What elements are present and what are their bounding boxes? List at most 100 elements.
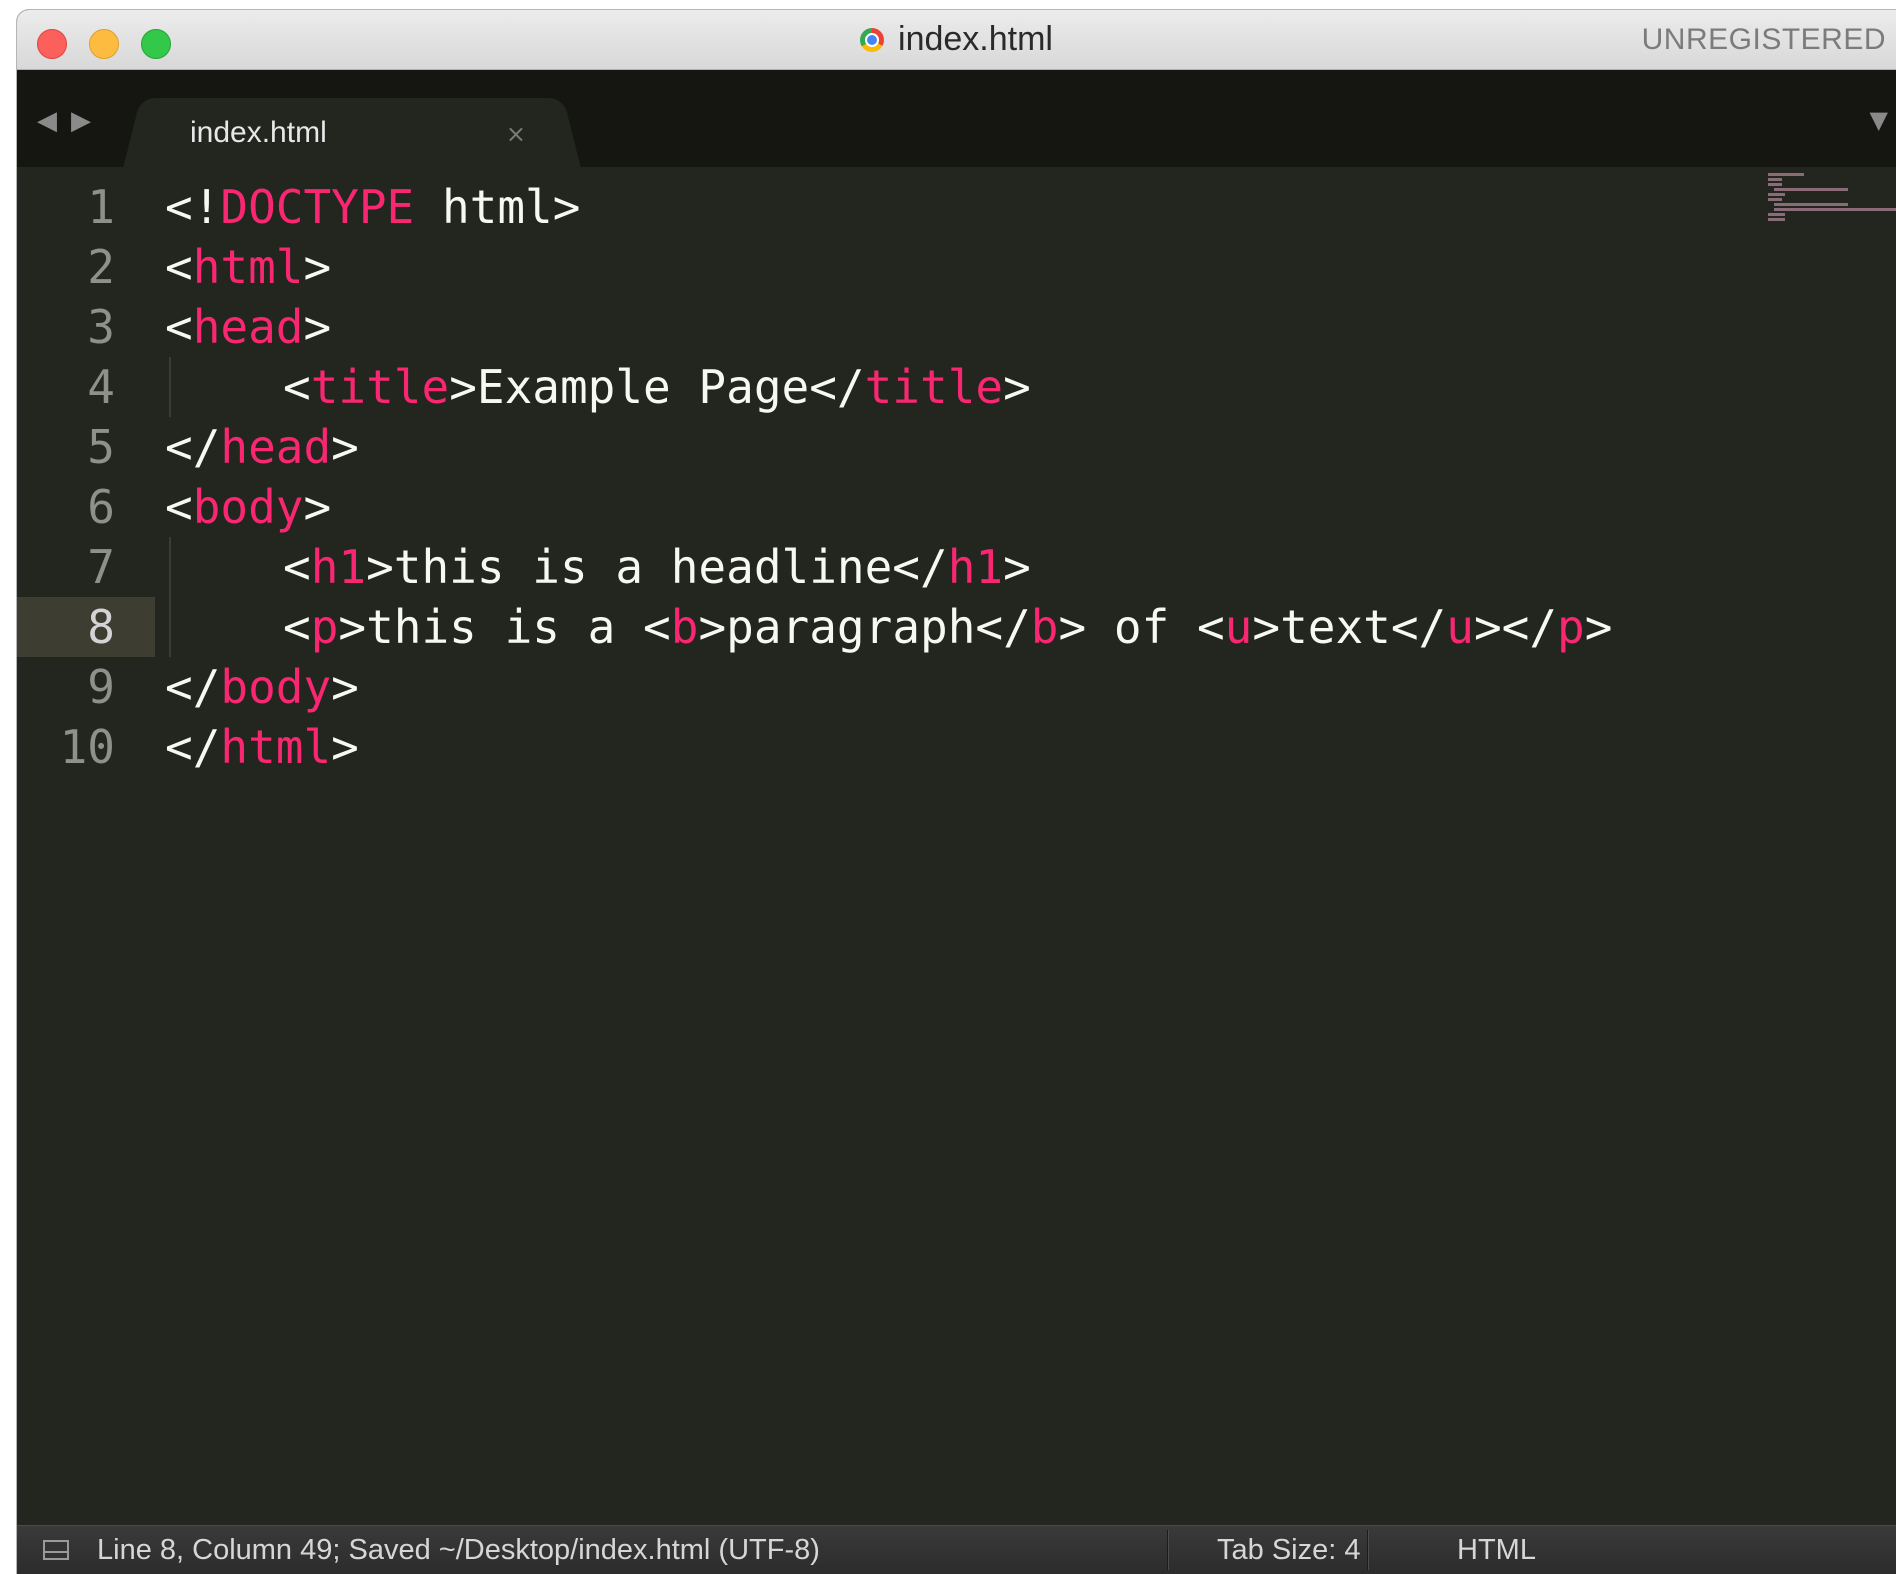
code-token-tag: b [1030,600,1059,654]
code-token-tag: p [1557,600,1585,654]
chrome-file-icon [860,27,885,52]
code-token-text: > [303,240,332,294]
code-token-tag: DOCTYPE [220,180,415,234]
line-number: 1 [87,180,115,234]
code-token-text: </ [165,720,221,774]
code-token-text: ></ [1473,600,1558,654]
code-token-text: >this is a < [338,600,671,654]
minimap-line [1774,188,1849,191]
status-divider [1367,1530,1368,1570]
panel-toggle-icon[interactable] [43,1540,69,1560]
code-token-tag: u [1446,600,1474,654]
code-line[interactable]: </html> [165,717,1756,777]
line-number: 8 [17,597,155,657]
minimap-line [1774,203,1849,206]
line-number-gutter: 1 2 3 4 5 6 7 8 9 10 [17,177,155,777]
tab-navigation: ◀ ▶ [37,106,91,136]
code-token-text: > [331,660,359,714]
code-token-tag: b [670,600,699,654]
minimap-line [1774,208,1896,211]
line-number: 4 [87,360,115,414]
line-number: 7 [87,540,115,594]
window-title-group: index.html [17,10,1896,69]
line-number: 9 [87,660,115,714]
code-line[interactable]: <html> [165,237,1756,297]
code-token-tag: u [1224,600,1253,654]
minimap[interactable] [1766,167,1896,237]
code-token-text: < [283,540,311,594]
tab-close-icon[interactable]: × [506,120,526,148]
right-arrow-icon[interactable]: ▶ [71,106,91,136]
chevron-down-icon[interactable]: ▼ [1870,106,1888,134]
code-line[interactable]: <h1>this is a headline</h1> [165,537,1756,597]
minimap-line [1768,198,1783,201]
line-number: 6 [87,480,115,534]
line-number: 5 [87,420,115,474]
left-arrow-icon[interactable]: ◀ [37,106,57,136]
code-token-text: >this is a headline</ [366,540,948,594]
minimap-line [1768,218,1785,221]
code-token-tag: body [220,660,332,714]
code-area[interactable]: <!DOCTYPE html> <html> <head> <title>Exampl… [165,177,1756,777]
code-token-text: < [165,240,193,294]
editor-window: index.html UNREGISTERED ◀ ▶ index.html ×… [17,10,1896,1574]
code-token-text: > [303,300,332,354]
indent-guide [169,597,171,657]
line-number: 2 [87,240,115,294]
code-token-text: > [1003,360,1031,414]
line-number: 10 [59,720,115,774]
tab-index-html[interactable]: index.html × [152,98,552,167]
license-status: UNREGISTERED [1641,23,1886,56]
code-line[interactable]: <p>this is a <b>paragraph</b> of <u>text… [165,597,1756,657]
code-token-tag: body [192,480,304,534]
minimap-line [1768,173,1804,176]
code-line[interactable]: </body> [165,657,1756,717]
minimap-line [1768,183,1783,186]
code-token-tag: head [220,420,332,474]
code-token-text: </ [165,660,221,714]
code-token-tag: head [192,300,304,354]
tab-label: index.html [190,116,327,149]
code-token-text: > [1584,600,1613,654]
minimap-line [1768,178,1783,181]
code-editor[interactable]: 1 2 3 4 5 6 7 8 9 10 <!DOCTYPE html> <html> <head> <… [17,167,1896,1526]
code-token-tag: p [310,600,339,654]
code-token-text: < [165,480,193,534]
code-token-text: <! [165,180,221,234]
status-divider [1167,1530,1168,1570]
code-line[interactable]: </head> [165,417,1756,477]
code-token-text: > [331,720,359,774]
code-line[interactable]: <title>Example Page</title> [165,357,1756,417]
code-token-text: > of < [1058,600,1225,654]
code-token-text: < [165,300,193,354]
code-token-tag: h1 [947,540,1004,594]
code-token-text: >Example Page</ [449,360,865,414]
title-bar: index.html UNREGISTERED [17,10,1896,70]
status-message: Line 8, Column 49; Saved ~/Desktop/index… [97,1534,820,1566]
code-line[interactable]: <head> [165,297,1756,357]
status-bar: Line 8, Column 49; Saved ~/Desktop/index… [17,1525,1896,1574]
code-token-text: < [283,360,311,414]
code-token-tag: html [220,720,332,774]
code-token-tag: html [192,240,304,294]
code-token-tag: h1 [310,540,367,594]
code-token-tag: title [864,360,1004,414]
code-line[interactable]: <body> [165,477,1756,537]
minimap-line [1768,213,1785,216]
code-token-text: > [331,420,359,474]
code-token-text: >paragraph</ [698,600,1031,654]
code-token-text: html> [414,180,581,234]
code-token-text: > [1003,540,1031,594]
code-token-text: > [303,480,332,534]
indent-guide [169,357,171,417]
syntax-selector[interactable]: HTML [1457,1526,1536,1574]
code-line[interactable]: <!DOCTYPE html> [165,177,1756,237]
code-token-text: </ [165,420,221,474]
window-title: index.html [898,20,1053,58]
line-number: 3 [87,300,115,354]
minimap-line [1768,193,1785,196]
indent-guide [169,537,171,597]
code-token-text: < [283,600,311,654]
code-token-tag: title [310,360,450,414]
tab-size-selector[interactable]: Tab Size: 4 [1217,1526,1360,1574]
